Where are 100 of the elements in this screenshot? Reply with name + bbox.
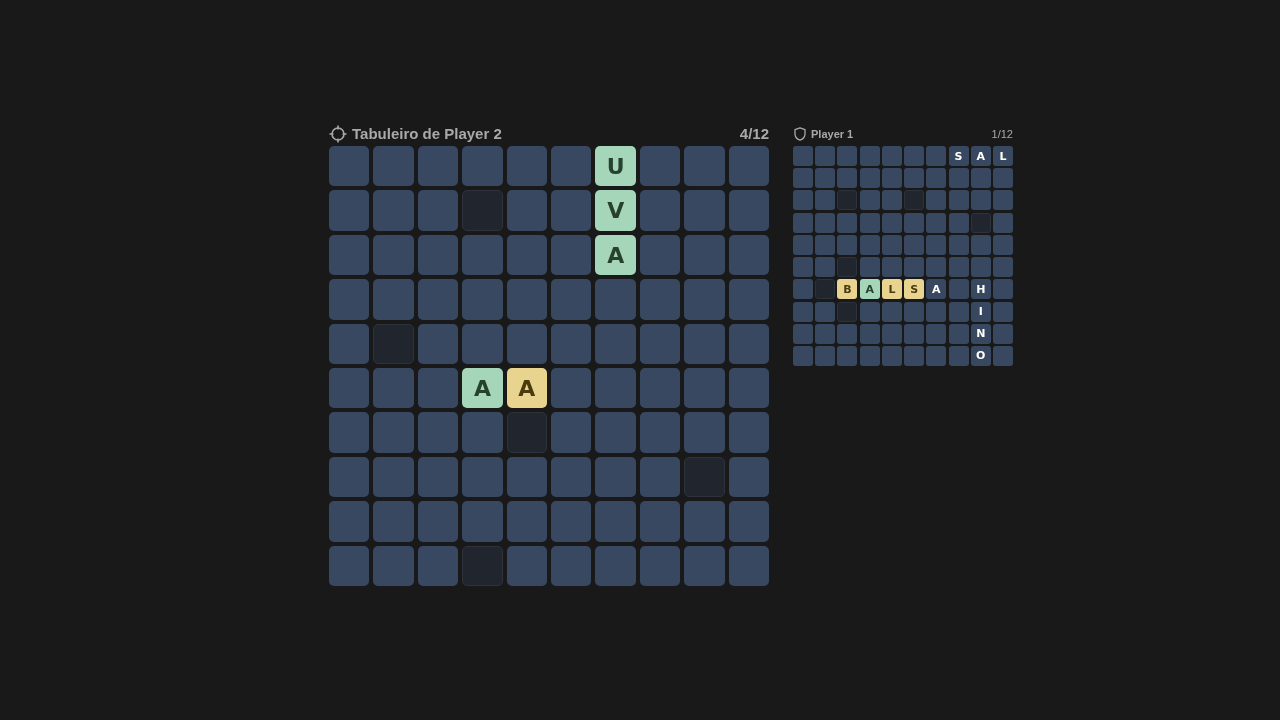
grid-cell[interactable] <box>595 279 636 320</box>
grid-cell[interactable] <box>417 234 459 276</box>
grid-cell[interactable] <box>329 501 370 542</box>
grid-cell[interactable] <box>639 279 681 320</box>
grid-cell[interactable] <box>417 146 459 187</box>
letter-tile[interactable]: V <box>595 190 636 231</box>
grid-cell[interactable] <box>728 279 770 320</box>
grid-cell[interactable] <box>684 323 725 365</box>
grid-cell[interactable] <box>329 279 370 320</box>
grid-cell[interactable] <box>329 323 370 365</box>
grid-cell[interactable] <box>639 412 681 453</box>
grid-cell[interactable] <box>462 412 503 453</box>
grid-cell[interactable] <box>373 279 414 320</box>
grid-cell[interactable] <box>373 412 414 453</box>
grid-cell[interactable] <box>551 412 592 453</box>
grid-cell[interactable] <box>595 456 636 498</box>
grid-cell[interactable] <box>373 501 414 542</box>
grid-cell[interactable] <box>506 456 548 498</box>
grid-cell[interactable] <box>684 545 725 587</box>
grid-cell[interactable] <box>551 279 592 320</box>
grid-cell[interactable] <box>373 190 414 231</box>
grid-cell[interactable] <box>373 545 414 587</box>
grid-cell[interactable] <box>462 234 503 276</box>
grid-cell[interactable] <box>462 279 503 320</box>
grid-cell[interactable] <box>373 456 414 498</box>
grid-cell[interactable] <box>462 146 503 187</box>
grid-cell[interactable] <box>417 412 459 453</box>
grid-cell[interactable] <box>551 234 592 276</box>
grid-cell[interactable] <box>684 412 725 453</box>
grid-cell[interactable] <box>373 146 414 187</box>
grid-cell[interactable] <box>373 368 414 409</box>
grid-cell[interactable] <box>551 190 592 231</box>
grid-cell[interactable] <box>329 234 370 276</box>
grid-cell[interactable] <box>639 501 681 542</box>
letter-tile[interactable]: A <box>506 368 548 409</box>
grid-cell[interactable] <box>506 501 548 542</box>
letter-tile[interactable]: A <box>595 234 636 276</box>
grid-cell[interactable] <box>551 146 592 187</box>
grid-cell[interactable] <box>329 545 370 587</box>
grid-cell[interactable] <box>329 368 370 409</box>
grid-cell[interactable] <box>506 545 548 587</box>
miss-cell[interactable] <box>462 190 503 231</box>
grid-cell[interactable] <box>684 234 725 276</box>
grid-cell[interactable] <box>551 456 592 498</box>
grid-cell[interactable] <box>551 368 592 409</box>
letter-tile[interactable]: A <box>462 368 503 409</box>
grid-cell[interactable] <box>551 323 592 365</box>
grid-cell[interactable] <box>417 501 459 542</box>
grid-cell[interactable] <box>728 368 770 409</box>
miss-cell[interactable] <box>506 412 548 453</box>
grid-cell[interactable] <box>551 545 592 587</box>
grid-cell[interactable] <box>639 368 681 409</box>
grid-cell[interactable] <box>728 456 770 498</box>
grid-cell[interactable] <box>595 412 636 453</box>
grid-cell[interactable] <box>417 279 459 320</box>
grid-cell[interactable] <box>639 234 681 276</box>
grid-cell[interactable] <box>728 545 770 587</box>
grid-cell[interactable] <box>373 234 414 276</box>
grid-cell[interactable] <box>417 190 459 231</box>
grid-cell[interactable] <box>462 456 503 498</box>
grid-cell[interactable] <box>684 190 725 231</box>
grid-cell[interactable] <box>329 456 370 498</box>
grid-cell[interactable] <box>684 279 725 320</box>
grid-cell[interactable] <box>728 190 770 231</box>
grid-cell[interactable] <box>639 190 681 231</box>
grid-cell[interactable] <box>595 545 636 587</box>
grid-cell[interactable] <box>506 190 548 231</box>
grid-cell[interactable] <box>728 234 770 276</box>
grid-cell[interactable] <box>506 323 548 365</box>
grid-cell[interactable] <box>595 501 636 542</box>
grid-cell[interactable] <box>551 501 592 542</box>
grid-cell[interactable] <box>728 323 770 365</box>
letter-tile[interactable]: U <box>595 146 636 187</box>
grid-cell[interactable] <box>728 501 770 542</box>
grid-cell[interactable] <box>417 456 459 498</box>
grid-cell[interactable] <box>329 412 370 453</box>
grid-cell[interactable] <box>417 323 459 365</box>
grid-cell[interactable] <box>728 412 770 453</box>
grid-cell[interactable] <box>639 545 681 587</box>
grid-cell[interactable] <box>329 190 370 231</box>
miss-cell[interactable] <box>462 545 503 587</box>
miss-cell[interactable] <box>373 323 414 365</box>
grid-cell[interactable] <box>506 279 548 320</box>
grid-cell[interactable] <box>417 368 459 409</box>
grid-cell[interactable] <box>595 323 636 365</box>
grid-cell[interactable] <box>506 146 548 187</box>
grid-cell[interactable] <box>506 234 548 276</box>
grid-cell[interactable] <box>417 545 459 587</box>
miss-cell[interactable] <box>684 456 725 498</box>
grid-cell[interactable] <box>639 323 681 365</box>
grid-cell[interactable] <box>329 146 370 187</box>
grid-cell[interactable] <box>462 323 503 365</box>
grid-cell[interactable] <box>684 146 725 187</box>
grid-cell[interactable] <box>639 456 681 498</box>
grid-cell[interactable] <box>462 501 503 542</box>
grid-cell[interactable] <box>684 501 725 542</box>
grid-cell[interactable] <box>639 146 681 187</box>
grid-cell[interactable] <box>728 146 770 187</box>
grid-cell[interactable] <box>595 368 636 409</box>
grid-cell[interactable] <box>684 368 725 409</box>
